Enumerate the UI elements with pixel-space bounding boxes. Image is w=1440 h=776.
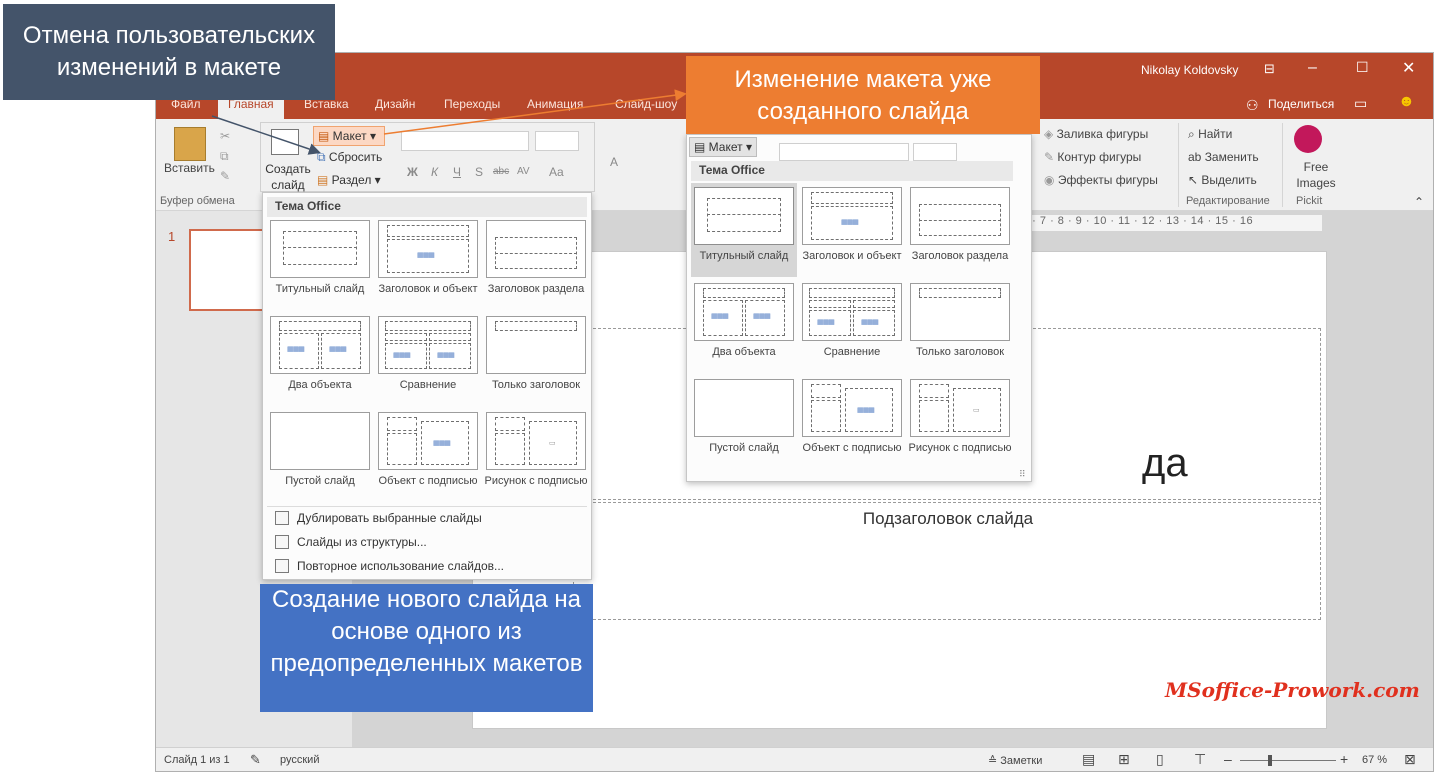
callout-arrows [211,89,687,155]
arrow-to-reset [211,115,321,155]
arrow-to-layout [383,89,687,135]
site-watermark-logo: MSoffice-Prowork.com [1165,678,1420,702]
